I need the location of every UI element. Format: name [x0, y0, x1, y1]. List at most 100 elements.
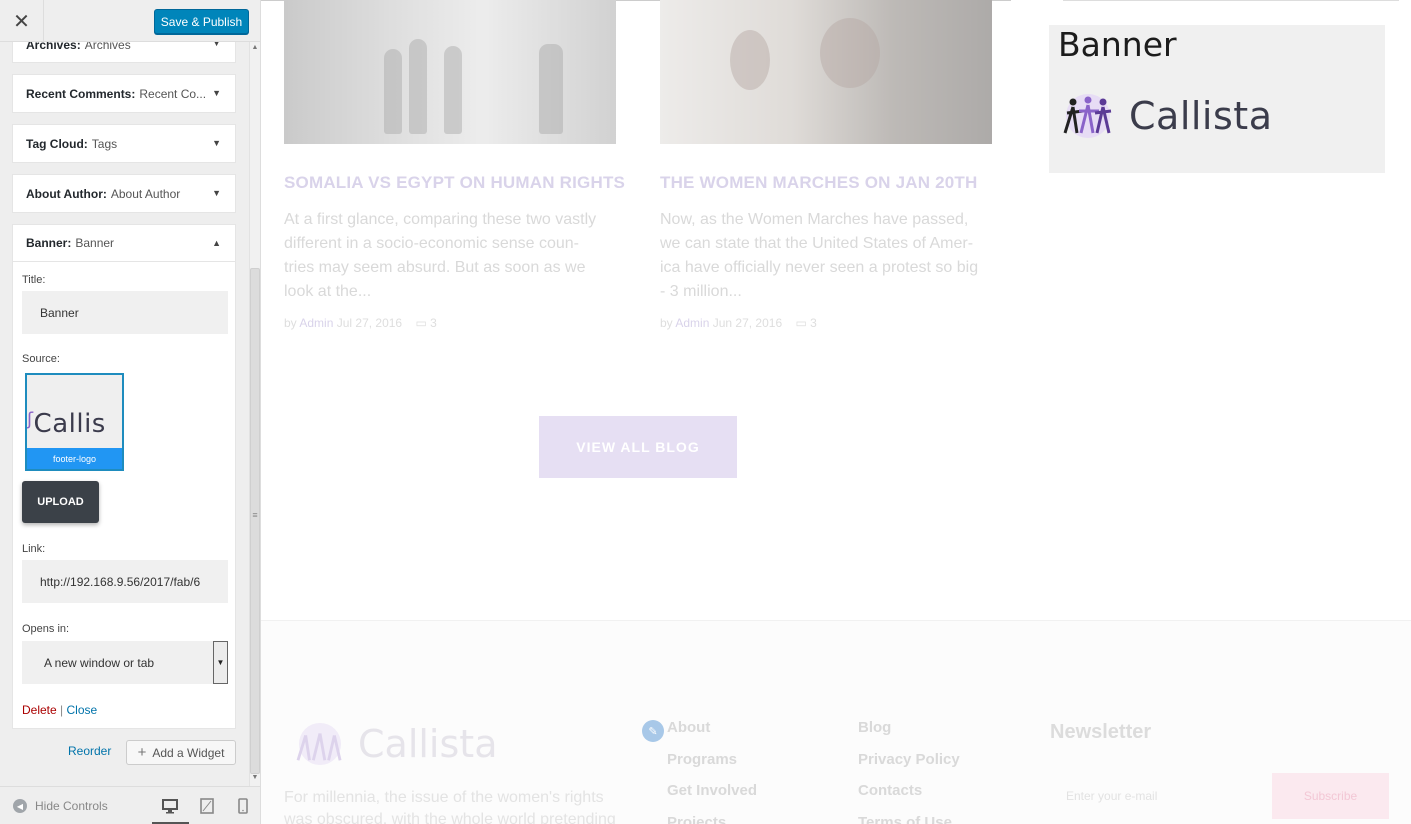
chevron-down-icon[interactable]: ▼ — [213, 641, 228, 684]
callista-logo-icon — [296, 722, 342, 766]
post-title[interactable]: SOMALIA VS EGYPT ON HUMAN RIGHTS — [284, 173, 625, 193]
separator: | — [60, 703, 64, 717]
widget-name: Banner: — [26, 236, 72, 250]
comment-icon: ▭ — [415, 316, 427, 330]
banner-logo-link[interactable]: Callista — [1059, 93, 1272, 139]
footer-link-terms[interactable]: Terms of Use — [858, 814, 952, 824]
close-icon[interactable]: ✕ — [0, 0, 44, 42]
save-publish-button[interactable]: Save & Publish — [154, 9, 249, 34]
chevron-down-icon[interactable]: ▼ — [212, 138, 221, 148]
title-label: Title: — [22, 274, 46, 286]
add-widget-button[interactable]: + Add a Widget — [126, 740, 236, 765]
callista-logo-icon — [1063, 94, 1112, 138]
scroll-up-icon[interactable]: ▲ — [249, 44, 260, 51]
hide-controls-label: Hide Controls — [35, 799, 108, 813]
widget-header[interactable]: Banner: Banner ▲ — [13, 225, 235, 262]
banner-widget-preview: Banner Callista — [1049, 25, 1385, 173]
footer-link-contacts[interactable]: Contacts — [858, 782, 922, 799]
add-widget-label: Add a Widget — [152, 745, 225, 760]
upload-button[interactable]: UPLOAD — [22, 481, 99, 523]
meta-by: by — [284, 316, 297, 330]
banner-heading: Banner — [1058, 25, 1177, 64]
scroll-down-icon[interactable]: ▼ — [249, 774, 260, 781]
opens-in-value: A new window or tab — [44, 655, 155, 670]
banner-logo-text: Callista — [1129, 94, 1273, 138]
post-date: Jul 27, 2016 — [336, 316, 403, 330]
reorder-link[interactable]: Reorder — [68, 744, 111, 758]
chevron-down-icon[interactable]: ▼ — [212, 188, 221, 198]
widget-title: About Author — [110, 186, 181, 201]
widget-title: Tags — [91, 136, 118, 151]
chevron-up-icon[interactable]: ▲ — [212, 238, 221, 248]
image-overlay — [660, 0, 992, 144]
delete-link[interactable]: Delete — [22, 703, 57, 717]
widget-banner: Banner: Banner ▲ Title: Banner Source: ʃ… — [12, 224, 236, 729]
footer-logo[interactable]: Callista — [292, 722, 497, 766]
footer-link-programs[interactable]: Programs — [667, 751, 737, 768]
link-label: Link: — [22, 543, 46, 555]
widget-header[interactable]: Tag Cloud: Tags ▼ — [13, 125, 235, 162]
footer-logo-text: Callista — [358, 722, 498, 766]
post-meta: by Admin Jul 27, 2016 ▭ 3 — [284, 316, 437, 330]
mobile-icon[interactable] — [234, 797, 252, 815]
hide-controls-button[interactable]: ◀ Hide Controls — [13, 799, 108, 813]
widget-recent-comments[interactable]: Recent Comments: Recent Co... ▼ — [12, 74, 236, 113]
footer-link-about[interactable]: About — [667, 719, 710, 736]
source-thumbnail[interactable]: ʃCallis footer-logo — [25, 373, 124, 471]
desktop-icon[interactable] — [161, 797, 179, 815]
widget-name: About Author: — [26, 186, 107, 201]
post-meta: by Admin Jun 27, 2016 ▭ 3 — [660, 316, 817, 330]
customizer-footer: ◀ Hide Controls — [0, 786, 260, 824]
widget-title: Banner — [75, 236, 115, 250]
newsletter-email-input[interactable]: Enter your e-mail — [1050, 778, 1270, 814]
customizer-sidebar: ✕ Save & Publish Archives: Archives ▼ Re… — [0, 0, 261, 824]
view-all-blog-button[interactable]: VIEW ALL BLOG — [539, 416, 737, 478]
opens-in-label: Opens in: — [22, 623, 70, 635]
scrollbar-thumb[interactable] — [250, 268, 260, 774]
comment-icon: ▭ — [795, 316, 807, 330]
chevron-down-icon[interactable]: ▼ — [212, 88, 221, 98]
widget-header[interactable]: About Author: About Author ▼ — [13, 175, 235, 212]
post-author[interactable]: Admin — [299, 316, 333, 330]
post-title[interactable]: THE WOMEN MARCHES ON JAN 20TH — [660, 173, 978, 193]
site-preview: SOMALIA VS EGYPT ON HUMAN RIGHTS At a fi… — [261, 0, 1411, 824]
customizer-header: ✕ Save & Publish — [0, 0, 260, 42]
meta-by: by — [660, 316, 673, 330]
footer-link-privacy[interactable]: Privacy Policy — [858, 751, 960, 768]
comment-count[interactable]: 3 — [430, 316, 437, 330]
post-author[interactable]: Admin — [675, 316, 709, 330]
footer-about-text: For millennia, the issue of the women's … — [284, 789, 616, 824]
title-input[interactable]: Banner — [22, 291, 228, 334]
close-link[interactable]: Close — [67, 703, 98, 717]
link-input[interactable]: http://192.168.9.56/2017/fab/6 — [22, 560, 228, 603]
thumbnail-caption: footer-logo — [27, 448, 122, 469]
plus-icon: + — [137, 744, 147, 761]
widget-name: Tag Cloud: — [26, 136, 88, 151]
opens-in-select[interactable]: A new window or tab ▼ — [22, 641, 228, 684]
newsletter-heading: Newsletter — [1050, 721, 1152, 743]
tablet-icon[interactable] — [198, 797, 216, 815]
collapse-icon: ◀ — [13, 799, 27, 813]
widget-header[interactable]: Recent Comments: Recent Co... ▼ — [13, 75, 235, 112]
thumbnail-logo: ʃCallis — [27, 409, 106, 439]
source-label: Source: — [22, 353, 60, 365]
subscribe-button[interactable]: Subscribe — [1272, 773, 1389, 819]
widget-name: Recent Comments: — [26, 86, 136, 101]
post-image[interactable] — [284, 0, 616, 144]
comment-count[interactable]: 3 — [810, 316, 817, 330]
divider — [1063, 0, 1399, 1]
widget-about-author[interactable]: About Author: About Author ▼ — [12, 174, 236, 213]
image-overlay — [284, 0, 616, 144]
post-date: Jun 27, 2016 — [712, 316, 783, 330]
widget-tag-cloud[interactable]: Tag Cloud: Tags ▼ — [12, 124, 236, 163]
footer-link-blog[interactable]: Blog — [858, 719, 891, 736]
footer-link-get-involved[interactable]: Get Involved — [667, 782, 757, 799]
post-excerpt: At a first glance, comparing these two v… — [284, 211, 597, 300]
footer-link-projects[interactable]: Projects — [667, 814, 726, 824]
post-image[interactable] — [660, 0, 992, 144]
grip-icon: ≡ — [252, 510, 258, 520]
widget-title: Recent Co... — [139, 86, 207, 101]
post-excerpt: Now, as the Women Marches have passed, w… — [660, 211, 979, 300]
pencil-icon[interactable]: ✎ — [642, 720, 664, 742]
widget-actions: Delete | Close — [22, 703, 97, 717]
